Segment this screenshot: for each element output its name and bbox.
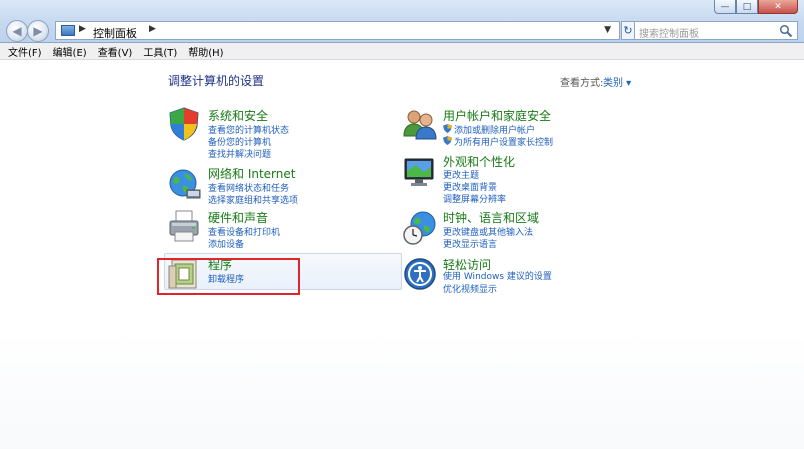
clock-globe-icon[interactable]	[402, 210, 438, 246]
refresh-button[interactable]: ↻	[621, 21, 635, 40]
link-find-fix-problems[interactable]: 查找并解决问题	[208, 147, 271, 160]
category-title-clock-language-region[interactable]: 时钟、语言和区域	[443, 209, 539, 226]
category-title-user-accounts[interactable]: 用户帐户和家庭安全	[443, 107, 551, 124]
uac-shield-icon	[443, 136, 452, 145]
link-change-display-language[interactable]: 更改显示语言	[443, 237, 497, 250]
link-recommended-settings[interactable]: 使用 Windows 建议的设置	[443, 269, 552, 282]
breadcrumb-control-panel[interactable]: 控制面板	[93, 25, 137, 41]
menu-help[interactable]: 帮助(H)	[188, 44, 223, 59]
category-title-system-security[interactable]: 系统和安全	[208, 107, 268, 124]
link-homegroup-sharing[interactable]: 选择家庭组和共享选项	[208, 193, 298, 206]
menu-bar: 文件(F) 编辑(E) 查看(V) 工具(T) 帮助(H)	[0, 43, 804, 60]
shield-icon[interactable]	[166, 106, 202, 142]
printer-icon[interactable]	[166, 208, 202, 244]
link-adjust-resolution[interactable]: 调整屏幕分辨率	[443, 192, 506, 205]
window-controls: — □ ✕	[714, 0, 798, 14]
menu-view[interactable]: 查看(V)	[98, 44, 133, 59]
category-title-network-internet[interactable]: 网络和 Internet	[208, 165, 295, 182]
menu-file[interactable]: 文件(F)	[8, 44, 42, 59]
maximize-button[interactable]: □	[736, 0, 758, 14]
control-panel-icon	[61, 25, 75, 36]
ease-of-access-icon[interactable]	[402, 256, 438, 292]
view-by-dropdown[interactable]: 类别 ▾	[603, 74, 631, 89]
link-add-device[interactable]: 添加设备	[208, 237, 244, 250]
highlight-box	[157, 258, 300, 295]
monitor-appearance-icon[interactable]	[402, 154, 438, 190]
uac-shield-icon	[443, 124, 452, 133]
link-optimize-visual-display[interactable]: 优化视频显示	[443, 282, 497, 295]
link-parental-controls[interactable]: 为所有用户设置家长控制	[454, 135, 553, 148]
search-icon[interactable]	[779, 24, 793, 38]
search-input[interactable]: 搜索控制面板	[634, 21, 798, 40]
close-button[interactable]: ✕	[758, 0, 798, 14]
back-button[interactable]: ◀	[6, 20, 28, 42]
view-by-label: 查看方式:	[560, 78, 604, 89]
forward-button[interactable]: ▶	[27, 20, 49, 42]
minimize-button[interactable]: —	[714, 0, 736, 14]
users-icon[interactable]	[402, 106, 438, 142]
menu-tools[interactable]: 工具(T)	[143, 44, 177, 59]
network-globe-icon[interactable]	[166, 166, 202, 202]
address-dropdown-icon[interactable]: ▼	[604, 25, 611, 35]
breadcrumb-separator-icon[interactable]: ▶	[79, 24, 86, 34]
page-title: 调整计算机的设置	[168, 74, 265, 88]
address-bar[interactable]: ▶ 控制面板 ▶ ▼	[55, 21, 620, 40]
search-placeholder: 搜索控制面板	[639, 29, 699, 40]
title-bar: ◀ ▶ ▶ 控制面板 ▶ ▼ ↻ 搜索控制面板 — □ ✕	[0, 0, 804, 43]
breadcrumb-separator-icon[interactable]: ▶	[149, 24, 156, 34]
menu-edit[interactable]: 编辑(E)	[53, 44, 87, 59]
category-title-hardware-sound[interactable]: 硬件和声音	[208, 209, 268, 226]
